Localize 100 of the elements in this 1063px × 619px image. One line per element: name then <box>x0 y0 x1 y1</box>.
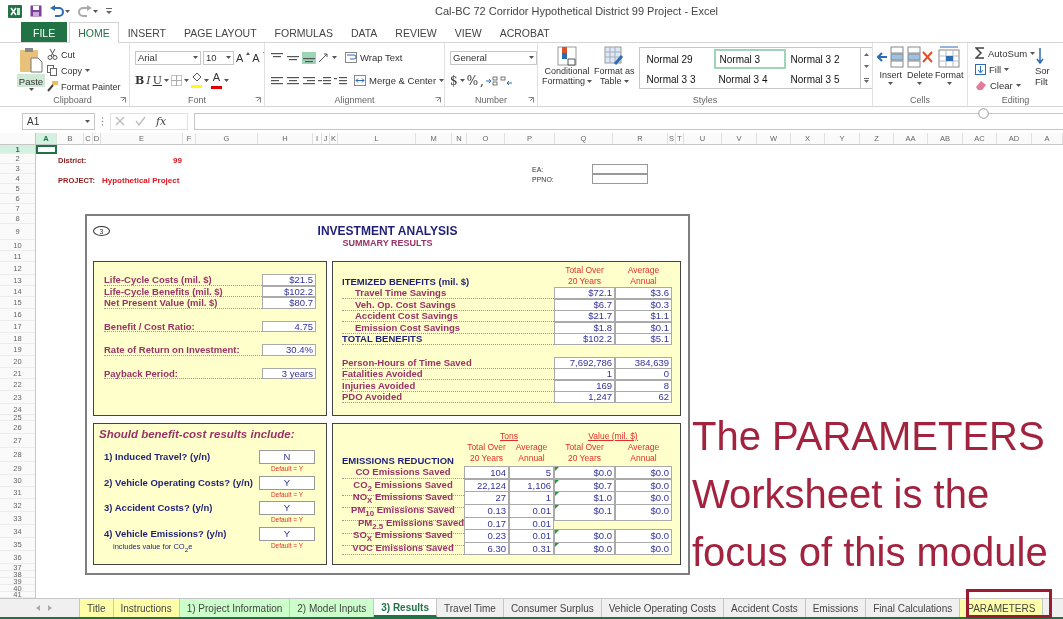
ribbon-tab[interactable]: FORMULAS <box>265 22 342 42</box>
ribbon-tab[interactable]: REVIEW <box>386 22 446 42</box>
input-field[interactable] <box>592 164 648 174</box>
answer-field[interactable]: Y <box>259 526 315 541</box>
sheet-tab[interactable]: Title <box>80 599 114 617</box>
ribbon-tab[interactable]: INSERT <box>118 22 175 42</box>
window-title: Cal-BC 72 Corridor Hypothetical District 99 Project - Excel <box>433 5 719 17</box>
shrink-font-button[interactable]: A <box>252 51 264 64</box>
table-cell: $0.1 <box>554 504 615 521</box>
percent-button[interactable]: % <box>466 73 479 88</box>
fill-color-button[interactable] <box>190 73 202 88</box>
sort-filter-button[interactable]: Sor Filt <box>1035 46 1050 94</box>
style-option[interactable]: Normal 3 4 <box>713 69 786 89</box>
text-orientation-icon[interactable] <box>318 52 330 63</box>
dialog-launcher-icon[interactable] <box>435 97 441 103</box>
group-label: Editing <box>1001 95 1030 105</box>
style-option[interactable]: Normal 3 3 <box>641 69 714 89</box>
conditional-formatting-button[interactable]: Conditional Formatting <box>541 46 593 94</box>
group-label: Font <box>188 95 206 105</box>
caret-icon <box>1004 67 1010 71</box>
format-as-table-button[interactable]: Format as Table <box>593 46 636 94</box>
increase-decimal-icon[interactable] <box>485 75 498 86</box>
scroll-down-icon[interactable] <box>863 65 869 69</box>
conditional-formatting-icon <box>557 46 577 66</box>
metric-value: 4.75 <box>262 320 316 332</box>
font-color-button[interactable]: A <box>210 72 222 89</box>
answer-field[interactable]: N <box>259 450 315 464</box>
caret-icon <box>587 79 592 83</box>
question-label: 4) Vehicle Emissions? (y/n) <box>104 526 228 541</box>
excel-logo-icon[interactable] <box>8 4 22 18</box>
caret-icon <box>183 79 189 82</box>
table-cell: $0.0 <box>615 542 672 556</box>
align-right-icon[interactable] <box>302 74 316 87</box>
name-box[interactable]: A1 <box>22 112 95 130</box>
decrease-indent-icon[interactable] <box>318 74 332 87</box>
align-center-icon[interactable] <box>286 74 300 87</box>
grow-font-button[interactable]: A <box>236 51 251 64</box>
question-label: 2) Vehicle Operating Costs? (y/n) <box>104 475 254 490</box>
sigma-icon <box>975 47 985 59</box>
copy-button[interactable]: Copy <box>47 64 121 77</box>
insert-button[interactable]: Insert <box>876 46 906 94</box>
underline-button[interactable]: U <box>152 74 162 87</box>
ribbon-tab[interactable]: DATA <box>341 22 387 42</box>
table-cell: 0 <box>615 368 672 380</box>
copy-icon <box>47 65 58 76</box>
fill-button[interactable]: Fill <box>975 62 1035 76</box>
ribbon-tab[interactable]: HOME <box>69 22 119 43</box>
caret-icon <box>203 79 209 82</box>
column-heading: Average Annual <box>626 442 661 465</box>
font-family-field[interactable]: Arial <box>135 50 201 65</box>
scroll-up-icon[interactable] <box>863 52 869 56</box>
sheet-tab[interactable]: Instructions <box>113 599 180 617</box>
clear-button[interactable]: Clear <box>975 78 1035 92</box>
cut-button[interactable]: Cut <box>47 48 121 61</box>
style-option[interactable]: Normal 3 2 <box>785 49 858 69</box>
sheet-tab[interactable]: 3) Results <box>374 599 437 617</box>
more-icon[interactable] <box>863 78 869 84</box>
save-icon[interactable] <box>30 5 42 17</box>
font-size-field[interactable]: 10 <box>203 50 234 65</box>
ribbon-tab[interactable]: VIEW <box>445 22 491 42</box>
question-label: 1) Induced Travel? (y/n) <box>104 450 212 464</box>
style-option[interactable]: Normal 29 <box>641 49 714 69</box>
style-option[interactable]: Normal 3 5 <box>785 69 858 89</box>
delete-button[interactable]: Delete <box>905 46 935 94</box>
align-left-icon[interactable] <box>270 74 284 87</box>
paste-button[interactable]: Paste <box>17 46 45 94</box>
dialog-launcher-icon[interactable] <box>255 97 261 103</box>
sort-icon <box>1035 47 1045 65</box>
bold-button[interactable]: B <box>135 74 145 87</box>
input-field[interactable] <box>592 174 648 184</box>
autosum-button[interactable]: AutoSum <box>975 46 1035 60</box>
ribbon-tab[interactable]: PAGE LAYOUT <box>175 22 266 42</box>
caret-icon <box>163 79 169 82</box>
merge-center-button[interactable]: Merge & Center <box>354 75 444 86</box>
column-heading: Total Over 20 Years <box>564 265 605 287</box>
dialog-launcher-icon[interactable] <box>120 97 126 103</box>
undo-icon[interactable] <box>50 5 64 17</box>
file-tab[interactable]: FILE <box>21 22 68 42</box>
format-painter-button[interactable]: Format Painter <box>47 80 121 93</box>
style-option[interactable]: Normal 3 <box>713 49 786 69</box>
decrease-decimal-icon[interactable] <box>499 75 512 86</box>
sheet-tab[interactable]: 1) Project Information <box>179 599 291 617</box>
options-heading: Should benefit-cost results include: <box>99 427 296 441</box>
format-button[interactable]: Format <box>934 46 964 94</box>
italic-button[interactable]: I <box>146 74 151 87</box>
ribbon-tab[interactable]: ACROBAT <box>490 22 559 42</box>
caret-icon <box>93 9 98 13</box>
insert-function-button[interactable]: fx <box>156 114 167 128</box>
number-format-field[interactable]: General <box>450 50 537 65</box>
delete-cells-icon <box>906 46 934 68</box>
answer-field[interactable]: Y <box>259 501 315 515</box>
wrap-text-button[interactable]: Wrap Text <box>345 52 403 63</box>
customize-icon[interactable] <box>106 8 112 14</box>
comma-button[interactable]: , <box>480 73 484 88</box>
sheet-tab[interactable]: 2) Model Inputs <box>290 599 375 617</box>
increase-indent-icon[interactable] <box>334 74 348 87</box>
currency-button[interactable]: $ <box>450 73 458 88</box>
table-heading: EMISSIONS REDUCTION <box>342 455 455 466</box>
answer-field[interactable]: Y <box>259 475 315 490</box>
dialog-launcher-icon[interactable] <box>528 97 534 103</box>
